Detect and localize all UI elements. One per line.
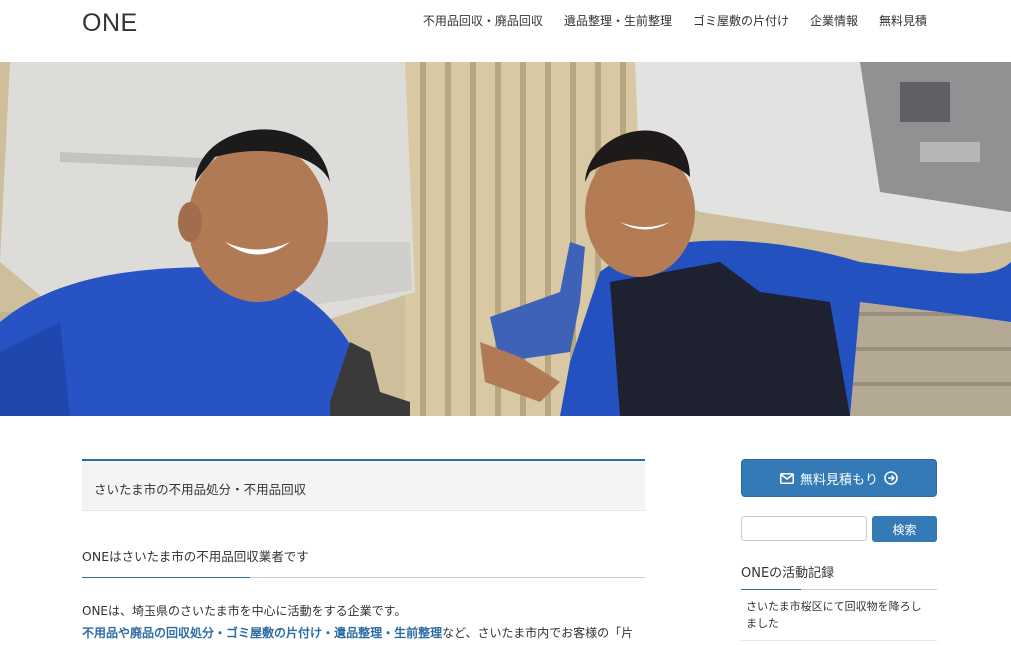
link-separator: ・ xyxy=(382,626,395,640)
link-separator: ・ xyxy=(214,626,227,640)
nav-item-trash-house[interactable]: ゴミ屋敷の片付け xyxy=(693,12,789,29)
search-button[interactable]: 検索 xyxy=(872,516,937,542)
hero-photo-illustration xyxy=(0,62,1011,416)
free-estimate-label: 無料見積もり xyxy=(799,472,878,488)
entry-heading-text: ONEはさいたま市の不用品回収業者です xyxy=(82,549,309,564)
arrow-circle-right-icon xyxy=(884,471,898,485)
heading-accent-line xyxy=(82,577,250,578)
search-input[interactable] xyxy=(741,516,867,541)
link-pre-death-cleanup[interactable]: 生前整理 xyxy=(394,626,442,640)
envelope-icon xyxy=(779,472,794,484)
paragraph-line-2: 不用品や廃品の回収処分・ゴミ屋敷の片付け・遺品整理・生前整理など、さいたま市内で… xyxy=(82,622,645,644)
main-nav: 不用品回収・廃品回収 遺品整理・生前整理 ゴミ屋敷の片付け 企業情報 無料見積 xyxy=(423,12,927,29)
list-item[interactable]: さいたま市桜区にて回収物を降ろしました xyxy=(741,592,937,641)
activity-widget-title: ONEの活動記録 xyxy=(741,562,937,590)
entry-heading: ONEはさいたま市の不用品回収業者です xyxy=(82,546,645,578)
section-title-box: さいたま市の不用品処分・不用品回収 xyxy=(82,459,645,511)
activity-widget-title-text: ONEの活動記録 xyxy=(741,566,835,581)
widget-accent-line xyxy=(741,589,801,590)
section-title: さいたま市の不用品処分・不用品回収 xyxy=(94,482,307,497)
link-trash-house[interactable]: ゴミ屋敷の片付け xyxy=(226,626,322,640)
free-estimate-button[interactable]: 無料見積もり xyxy=(741,459,937,497)
link-junk-collection[interactable]: 不用品や廃品の回収処分 xyxy=(82,626,214,640)
link-estate-cleanup[interactable]: 遺品整理 xyxy=(334,626,382,640)
nav-item-estate-cleanup[interactable]: 遺品整理・生前整理 xyxy=(564,12,672,29)
nav-item-free-estimate[interactable]: 無料見積 xyxy=(879,12,927,29)
paragraph-line-2-suffix: など、さいたま市内でお客様の「片 xyxy=(442,626,634,640)
entry-body: ONEは、埼玉県のさいたま市を中心に活動をする企業です。 不用品や廃品の回収処分… xyxy=(82,600,645,644)
activity-post-list: さいたま市桜区にて回収物を降ろしました xyxy=(741,592,937,641)
link-separator: ・ xyxy=(322,626,335,640)
hero-image xyxy=(0,62,1011,416)
site-logo[interactable]: ONE xyxy=(82,9,138,38)
nav-item-company-info[interactable]: 企業情報 xyxy=(810,12,858,29)
site-header: ONE 不用品回収・廃品回収 遺品整理・生前整理 ゴミ屋敷の片付け 企業情報 無… xyxy=(0,0,1011,62)
paragraph-line-1: ONEは、埼玉県のさいたま市を中心に活動をする企業です。 xyxy=(82,604,407,618)
nav-item-junk-collection[interactable]: 不用品回収・廃品回収 xyxy=(423,12,543,29)
